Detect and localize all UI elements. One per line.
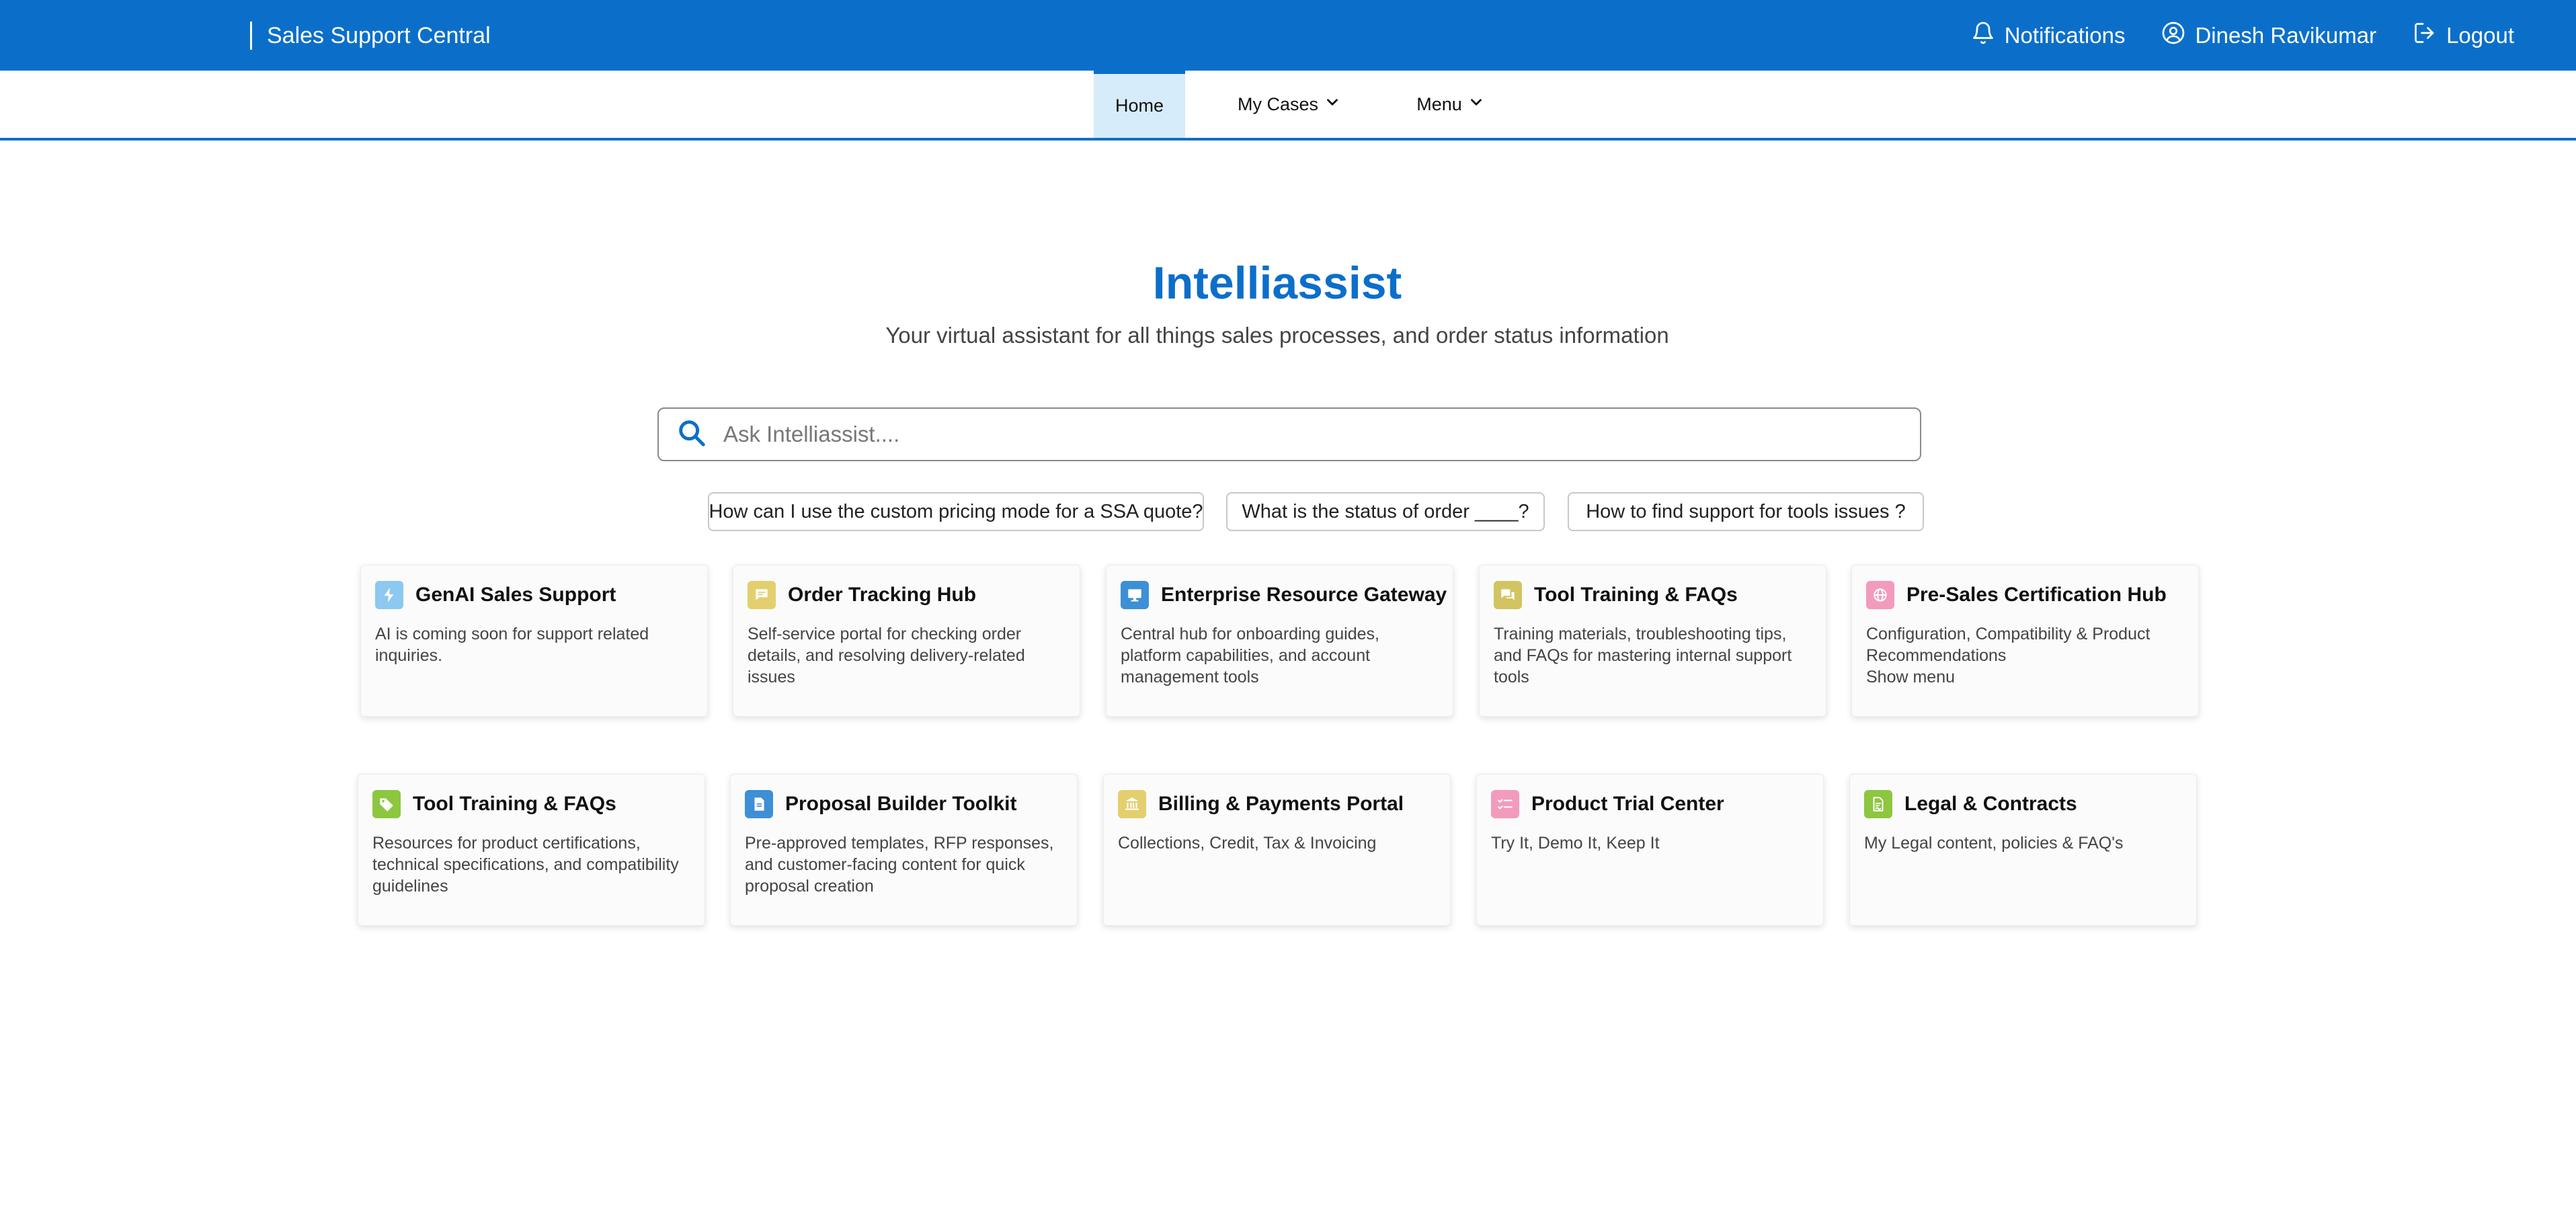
nav-tab-home[interactable]: Home bbox=[1094, 71, 1185, 138]
header-actions: Notifications Dinesh Ravikumar Logout bbox=[1971, 0, 2514, 71]
monitor-icon bbox=[1121, 581, 1149, 609]
card-title: Billing & Payments Portal bbox=[1158, 793, 1404, 815]
chat-bubbles-icon bbox=[1494, 581, 1522, 609]
card-description: Self-service portal for checking order d… bbox=[748, 625, 1025, 686]
nav-my-cases-label: My Cases bbox=[1237, 93, 1319, 114]
brand-divider bbox=[250, 22, 252, 50]
card-enterprise-resource-gateway[interactable]: Enterprise Resource Gateway Central hub … bbox=[1106, 565, 1453, 717]
card-description: Training materials, troubleshooting tips… bbox=[1494, 625, 1792, 686]
card-title: Tool Training & FAQs bbox=[1534, 584, 1738, 606]
card-billing-payments-portal[interactable]: Billing & Payments Portal Collections, C… bbox=[1103, 774, 1451, 926]
card-title: Proposal Builder Toolkit bbox=[785, 793, 1017, 815]
chat-icon bbox=[748, 581, 776, 609]
nav-home-label: Home bbox=[1115, 95, 1164, 116]
chevron-down-icon bbox=[1467, 93, 1485, 116]
bank-icon bbox=[1118, 790, 1146, 818]
card-product-trial-center[interactable]: Product Trial Center Try It, Demo It, Ke… bbox=[1476, 774, 1824, 926]
card-description: Pre-approved templates, RFP responses, a… bbox=[745, 834, 1054, 896]
logout-button[interactable]: Logout bbox=[2413, 21, 2514, 50]
checklist-icon bbox=[1491, 790, 1519, 818]
nav-tab-my-cases[interactable]: My Cases bbox=[1227, 71, 1351, 138]
card-genai-sales-support[interactable]: GenAI Sales Support AI is coming soon fo… bbox=[360, 565, 708, 717]
tag-icon bbox=[372, 790, 401, 818]
card-tool-training-faqs[interactable]: Tool Training & FAQs Training materials,… bbox=[1479, 565, 1826, 717]
show-menu-link[interactable]: Show menu bbox=[1866, 666, 2185, 688]
app-title[interactable]: Sales Support Central bbox=[267, 23, 491, 49]
search-icon bbox=[659, 418, 723, 452]
search-bar[interactable] bbox=[657, 407, 1921, 461]
page-title: Intelliassist bbox=[1152, 258, 1402, 309]
card-tool-training-faqs-2[interactable]: Tool Training & FAQs Resources for produ… bbox=[358, 774, 705, 926]
suggested-questions: How can I use the custom pricing mode fo… bbox=[0, 492, 2576, 533]
user-circle-icon bbox=[2161, 21, 2185, 50]
notifications-label: Notifications bbox=[2004, 22, 2126, 48]
contract-icon bbox=[1864, 790, 1892, 818]
card-order-tracking-hub[interactable]: Order Tracking Hub Self-service portal f… bbox=[733, 565, 1080, 717]
card-title: Order Tracking Hub bbox=[788, 584, 977, 606]
chevron-down-icon bbox=[1324, 93, 1341, 116]
logout-label: Logout bbox=[2446, 22, 2514, 48]
top-header-bar: Sales Support Central Notifications Dine… bbox=[0, 0, 2576, 71]
suggestion-chip[interactable]: How to find support for tools issues ? bbox=[1568, 492, 1924, 531]
document-icon bbox=[745, 790, 773, 818]
card-pre-sales-certification-hub[interactable]: Pre-Sales Certification Hub Configuratio… bbox=[1851, 565, 2199, 717]
main-navigation: Home My Cases Menu bbox=[0, 71, 2576, 141]
card-title: Product Trial Center bbox=[1531, 793, 1724, 815]
card-proposal-builder-toolkit[interactable]: Proposal Builder Toolkit Pre-approved te… bbox=[730, 774, 1078, 926]
card-description: My Legal content, policies & FAQ's bbox=[1864, 834, 2124, 853]
card-legal-contracts[interactable]: Legal & Contracts My Legal content, poli… bbox=[1849, 774, 2197, 926]
card-description: Resources for product certifications, te… bbox=[372, 834, 679, 896]
brand: Sales Support Central bbox=[250, 22, 491, 50]
globe-icon bbox=[1866, 581, 1894, 609]
card-description: Central hub for onboarding guides, platf… bbox=[1121, 625, 1379, 686]
bell-icon bbox=[1971, 21, 1995, 50]
user-name: Dinesh Ravikumar bbox=[2195, 22, 2377, 48]
suggestion-chip[interactable]: What is the status of order ____? bbox=[1226, 492, 1545, 531]
card-title: Pre-Sales Certification Hub bbox=[1906, 584, 2167, 606]
card-description: Configuration, Compatibility & Product R… bbox=[1866, 623, 2185, 688]
search-input[interactable] bbox=[723, 411, 1920, 458]
card-title: Tool Training & FAQs bbox=[413, 793, 616, 815]
bolt-icon bbox=[375, 581, 403, 609]
logout-icon bbox=[2413, 21, 2437, 50]
card-title: Legal & Contracts bbox=[1904, 793, 2077, 815]
card-description: Try It, Demo It, Keep It bbox=[1491, 834, 1660, 853]
card-title: GenAI Sales Support bbox=[415, 584, 616, 606]
suggestion-chip[interactable]: How can I use the custom pricing mode fo… bbox=[708, 492, 1204, 531]
user-profile-button[interactable]: Dinesh Ravikumar bbox=[2161, 21, 2376, 50]
card-description: Collections, Credit, Tax & Invoicing bbox=[1118, 834, 1377, 853]
page-subtitle: Your virtual assistant for all things sa… bbox=[885, 323, 1669, 348]
card-description-text: Configuration, Compatibility & Product R… bbox=[1866, 625, 2150, 665]
nav-menu-label: Menu bbox=[1416, 93, 1462, 114]
notifications-button[interactable]: Notifications bbox=[1971, 21, 2126, 50]
card-title: Enterprise Resource Gateway bbox=[1161, 584, 1447, 606]
nav-tab-menu[interactable]: Menu bbox=[1410, 71, 1491, 138]
card-description: AI is coming soon for support related in… bbox=[375, 625, 649, 665]
